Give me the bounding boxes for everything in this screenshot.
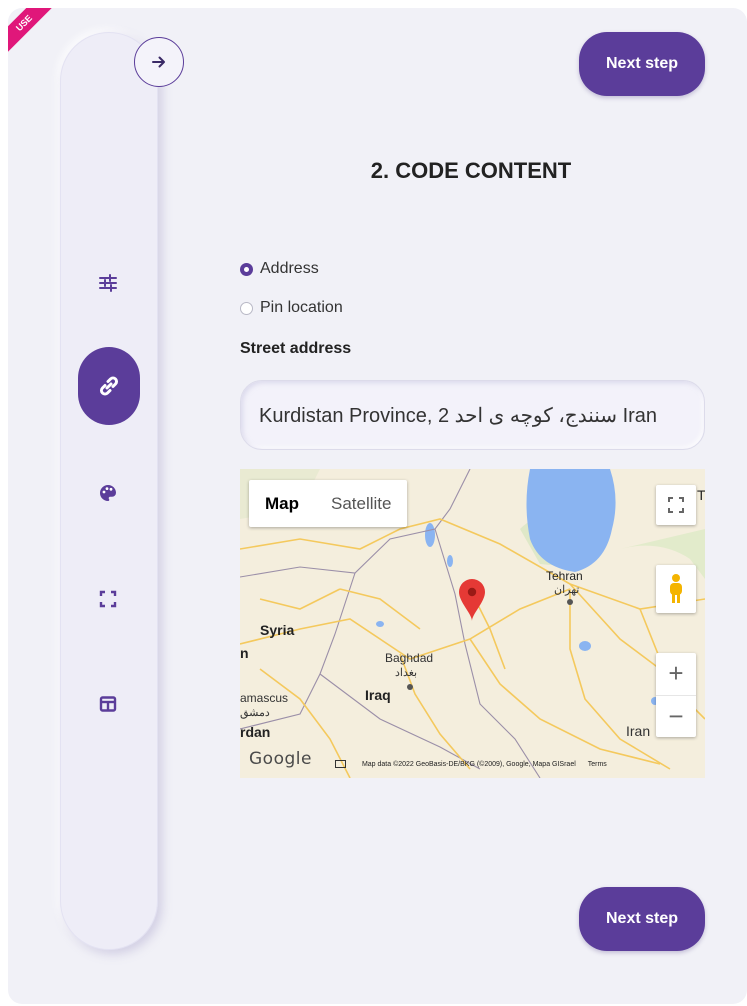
fullscreen-icon	[668, 497, 684, 513]
palette-icon	[100, 485, 116, 501]
radio-address-indicator[interactable]	[240, 262, 253, 276]
map-label-baghdad: Baghdad	[385, 651, 434, 665]
map-label-iran: Iran	[626, 723, 651, 739]
radio-address-label: Address	[260, 260, 319, 277]
expand-sidebar-button[interactable]	[134, 37, 184, 87]
next-step-button-bottom[interactable]: Next step	[579, 887, 705, 951]
layout-icon	[99, 696, 117, 712]
next-step-button-top[interactable]: Next step	[579, 32, 705, 96]
sliders-icon	[99, 274, 117, 292]
map-type-control: Map Satellite	[249, 480, 408, 527]
section-title: 2. CODE CONTENT	[370, 158, 572, 183]
radio-pin-location-label: Pin location	[260, 299, 343, 316]
radio-address[interactable]: Address	[240, 260, 319, 278]
sidebar-item-settings[interactable]	[79, 254, 137, 312]
map-attribution: Map data ©2022 GeoBasis-DE/BKG (©2009), …	[335, 760, 607, 768]
use-badge: USE	[8, 8, 66, 65]
pegman-icon	[670, 574, 682, 603]
map-label-edge-n: n	[240, 645, 249, 661]
sidebar-item-layout[interactable]	[79, 675, 137, 733]
street-address-label: Street address	[240, 340, 352, 357]
map-label-edge-t: T	[697, 487, 705, 503]
radio-pin-location-indicator[interactable]	[240, 301, 253, 315]
zoom-out-button[interactable]: −	[656, 696, 696, 738]
map-label-damascus-local: دمشق	[240, 707, 270, 719]
map-type-satellite[interactable]: Satellite	[315, 480, 407, 527]
map-label-jordan: rdan	[240, 724, 271, 740]
street-view-pegman[interactable]	[656, 565, 696, 613]
map-label-tehran-local: تهران	[554, 584, 580, 596]
map-terms-link[interactable]: Terms	[588, 761, 607, 768]
map-type-map[interactable]: Map	[249, 480, 315, 527]
zoom-in-button[interactable]: +	[656, 653, 696, 696]
sidebar-item-design[interactable]	[79, 464, 137, 522]
street-address-value: Kurdistan Province, 2 سنندج، کوچه ی احد …	[259, 404, 658, 427]
keyboard-shortcuts-icon[interactable]	[335, 760, 346, 768]
radio-pin-location[interactable]: Pin location	[240, 299, 343, 317]
zoom-control: + −	[656, 653, 696, 737]
map-label-tehran: Tehran	[546, 569, 583, 583]
frame-icon	[99, 590, 117, 608]
fullscreen-button[interactable]	[656, 485, 696, 525]
sidebar-item-frame[interactable]	[79, 570, 137, 628]
map-label-damascus: amascus	[240, 691, 289, 705]
arrow-right-icon	[152, 56, 165, 68]
link-icon	[99, 376, 119, 396]
map-label-iraq: Iraq	[365, 687, 391, 703]
map-label-syria: Syria	[260, 622, 295, 638]
google-logo: Google	[249, 749, 312, 769]
sidebar-item-content[interactable]	[78, 347, 140, 425]
location-map[interactable]: Map Satellite T + − Tehran تهران Syria n…	[240, 469, 705, 778]
map-label-baghdad-local: بغداد	[395, 667, 418, 679]
street-address-input[interactable]: Kurdistan Province, 2 سنندج، کوچه ی احد …	[240, 380, 705, 450]
